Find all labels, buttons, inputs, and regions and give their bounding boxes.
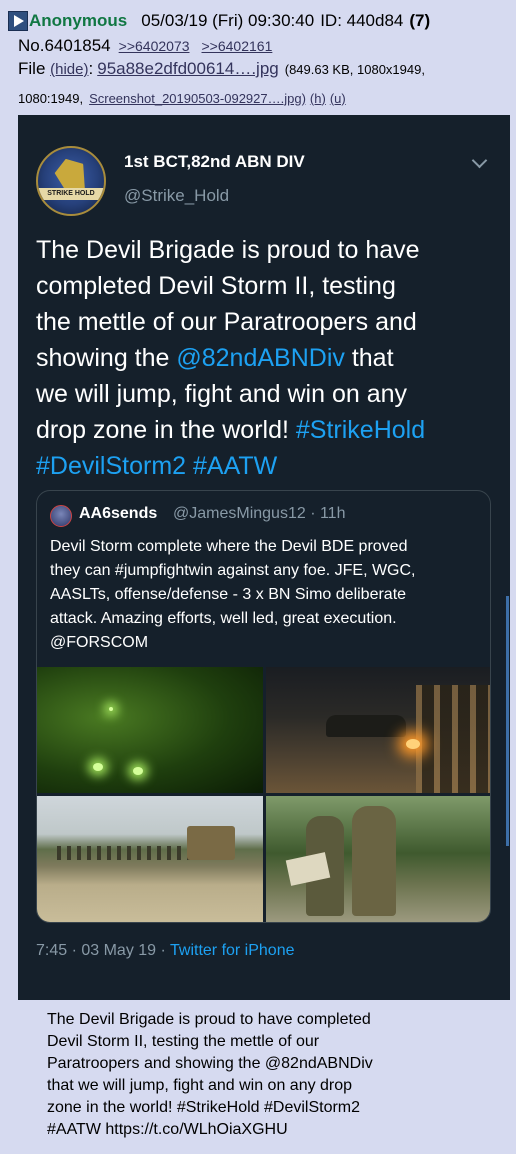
quoted-tweet: AA6sends @JamesMingus12 · 11h Devil Stor…: [36, 490, 491, 923]
avatar: STRIKE HOLD: [36, 146, 106, 216]
hashtag-link: #AATW: [193, 452, 278, 480]
poster-id[interactable]: ID: 440d84: [320, 11, 403, 31]
file-meta-ratio: 1080:1949,: [18, 90, 84, 106]
file-u-link[interactable]: (u): [330, 91, 346, 106]
hashtag-link: #StrikeHold: [295, 416, 426, 444]
file-label: File: [18, 59, 46, 78]
avatar-motto: STRIKE HOLD: [38, 188, 104, 200]
file-info-row-2: 1080:1949, Screenshot_20190503-092927….j…: [18, 86, 346, 110]
tweet-source: Twitter for iPhone: [170, 942, 295, 959]
photo-soldiers-map: [266, 796, 490, 922]
post-number-row: No.6401854 >>6402073 >>6402161: [18, 34, 284, 58]
photo-night-vision: [37, 667, 263, 793]
chevron-down-icon: [471, 152, 488, 169]
colon: :: [88, 59, 94, 78]
tweet-text: The Devil Brigade is proud to have compl…: [36, 232, 496, 484]
quote-text: Devil Storm complete where the Devil BDE…: [50, 538, 416, 651]
tweet-text-part: [186, 452, 193, 480]
hashtag-link: #DevilStorm2: [36, 452, 187, 480]
poster-name: Anonymous: [29, 11, 128, 30]
post-info-row: Anonymous 05/03/19 (Fri) 09:30:40 ID: 44…: [8, 8, 430, 34]
photo-grid: [37, 667, 490, 922]
post-toggle-icon[interactable]: [8, 11, 28, 31]
backlink[interactable]: >>6402161: [202, 38, 273, 54]
quote-handle: @JamesMingus12 · 11h: [173, 505, 346, 522]
backlink[interactable]: >>6402073: [119, 38, 190, 54]
file-meta: (849.63 KB, 1080x1949,: [284, 62, 425, 77]
tweet-handle: @Strike_Hold: [124, 186, 230, 205]
photo-night-firing: [266, 667, 490, 793]
post-comment: The Devil Brigade is proud to have compl…: [47, 1011, 373, 1138]
tweet-timestamp: 7:45 · 03 May 19 ·: [36, 942, 170, 959]
file-h-link[interactable]: (h): [310, 91, 326, 106]
reply-count: (7): [409, 11, 431, 30]
hide-file-link[interactable]: (hide): [50, 61, 88, 78]
scrollbar: [506, 596, 509, 846]
file-link[interactable]: 95a88e2dfd00614….jpg: [97, 59, 279, 79]
photo-field-vehicles: [37, 796, 263, 922]
tweet-screenshot[interactable]: STRIKE HOLD 1st BCT,82nd ABN DIV @Strike…: [18, 115, 510, 1000]
file-info-row: File (hide): 95a88e2dfd00614….jpg (849.6…: [18, 59, 425, 85]
quote-avatar: [50, 505, 72, 527]
quote-display-name: AA6sends: [79, 505, 158, 522]
mention-link: @82ndABNDiv: [176, 344, 345, 372]
post-datetime: 05/03/19 (Fri) 09:30:40: [141, 11, 315, 30]
tweet-display-name: 1st BCT,82nd ABN DIV: [124, 152, 305, 171]
tweet-footer: 7:45 · 03 May 19 · Twitter for iPhone: [36, 942, 295, 960]
post-number[interactable]: No.6401854: [18, 36, 111, 56]
original-filename[interactable]: Screenshot_20190503-092927….jpg): [89, 91, 306, 106]
